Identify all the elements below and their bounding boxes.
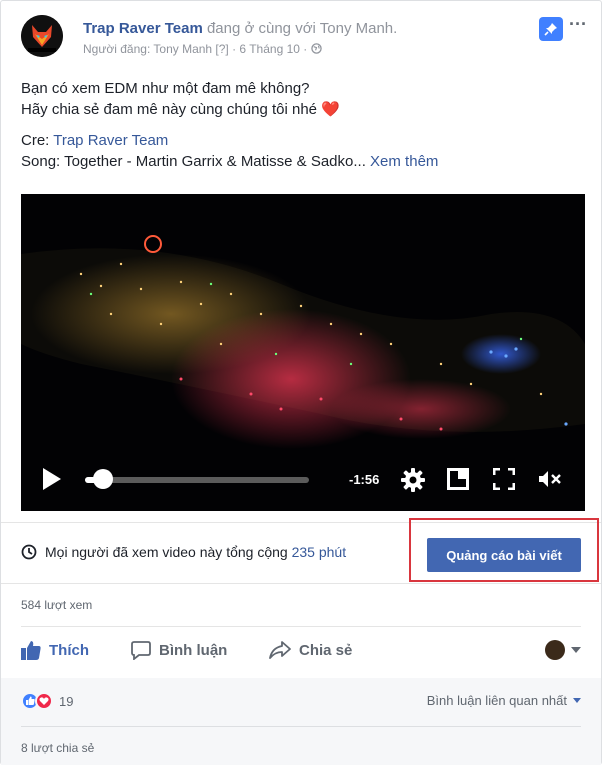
post-line: Bạn có xem EDM như một đam mê không? bbox=[21, 80, 310, 97]
share-button[interactable]: Chia sẻ bbox=[269, 640, 352, 660]
post-as-selector[interactable] bbox=[545, 640, 581, 660]
more-options-icon[interactable]: ··· bbox=[569, 15, 587, 37]
like-button[interactable]: Thích bbox=[21, 640, 89, 660]
clock-icon bbox=[21, 544, 37, 560]
divider bbox=[21, 726, 581, 727]
love-reaction-icon bbox=[35, 692, 53, 710]
page-avatar[interactable] bbox=[21, 15, 63, 57]
view-count[interactable]: 584 lượt xem bbox=[21, 598, 92, 612]
reaction-summary[interactable]: 19 bbox=[21, 692, 73, 710]
fullscreen-icon[interactable] bbox=[493, 468, 515, 490]
with-text: đang ở cùng với bbox=[206, 20, 316, 37]
video-controls: -1:56 bbox=[21, 451, 585, 511]
divider bbox=[1, 583, 601, 584]
share-arrow-icon bbox=[269, 641, 291, 659]
comment-sort-dropdown[interactable]: Bình luận liên quan nhất bbox=[427, 693, 581, 708]
mute-icon[interactable] bbox=[537, 468, 563, 490]
globe-icon[interactable] bbox=[310, 43, 322, 54]
time-remaining: -1:56 bbox=[349, 472, 380, 487]
post-body: Bạn có xem EDM như một đam mê không? Hãy… bbox=[21, 78, 581, 172]
heart-icon: ❤️ bbox=[321, 101, 340, 118]
pin-post-button[interactable] bbox=[539, 17, 563, 41]
play-icon[interactable] bbox=[43, 468, 61, 490]
chevron-down-icon bbox=[573, 698, 581, 703]
song-line: Song: Together - Martin Garrix & Matisse… bbox=[21, 153, 439, 170]
comment-label: Bình luận bbox=[159, 641, 228, 659]
divider bbox=[21, 626, 581, 627]
share-label: Chia sẻ bbox=[299, 641, 353, 659]
video-scrubber[interactable] bbox=[92, 469, 113, 489]
share-count[interactable]: 8 lượt chia sẻ bbox=[21, 741, 94, 755]
video-player[interactable]: -1:56 bbox=[21, 194, 585, 511]
picture-in-picture-icon[interactable] bbox=[447, 468, 469, 490]
like-label: Thích bbox=[49, 641, 89, 659]
boost-post-button[interactable]: Quảng cáo bài viết bbox=[427, 538, 581, 572]
view-insight-text: Mọi người đã xem video này tổng cộng 235… bbox=[45, 544, 347, 560]
comment-bubble-icon bbox=[131, 641, 151, 660]
post-line: Hãy chia sẻ đam mê này cùng chúng tôi nh… bbox=[21, 101, 340, 118]
post-meta: Người đăng: Tony Manh [?] · 6 Tháng 10 · bbox=[83, 42, 322, 56]
see-more-link[interactable]: Xem thêm bbox=[370, 153, 438, 170]
comment-button[interactable]: Bình luận bbox=[131, 640, 227, 660]
credit-line: Cre: Trap Raver Team bbox=[21, 132, 169, 149]
chevron-down-icon bbox=[571, 647, 581, 653]
thumbs-up-icon bbox=[21, 641, 41, 660]
posted-by-text: Người đăng: Tony Manh [?] · 6 Tháng 10 · bbox=[83, 42, 308, 56]
tagged-person-link[interactable]: Tony Manh bbox=[320, 20, 393, 37]
action-bar: Thích Bình luận Chia sẻ bbox=[21, 637, 581, 665]
credit-link[interactable]: Trap Raver Team bbox=[53, 132, 168, 149]
settings-gear-icon[interactable] bbox=[401, 468, 425, 492]
post-header: Trap Raver Team đang ở cùng với Tony Man… bbox=[21, 15, 587, 61]
fox-logo-icon bbox=[21, 15, 63, 57]
pin-icon bbox=[544, 23, 557, 36]
post-author-line: Trap Raver Team đang ở cùng với Tony Man… bbox=[83, 20, 398, 37]
reactions-area: 19 Bình luận liên quan nhất 8 lượt chia … bbox=[1, 678, 601, 765]
reaction-count: 19 bbox=[59, 693, 74, 709]
post-card: Trap Raver Team đang ở cùng với Tony Man… bbox=[0, 0, 602, 765]
page-name-link[interactable]: Trap Raver Team bbox=[83, 20, 203, 37]
video-progress-track[interactable] bbox=[85, 477, 309, 483]
minutes-link[interactable]: 235 phút bbox=[292, 544, 347, 560]
sort-label: Bình luận liên quan nhất bbox=[426, 693, 567, 708]
page-avatar-small bbox=[545, 640, 565, 660]
